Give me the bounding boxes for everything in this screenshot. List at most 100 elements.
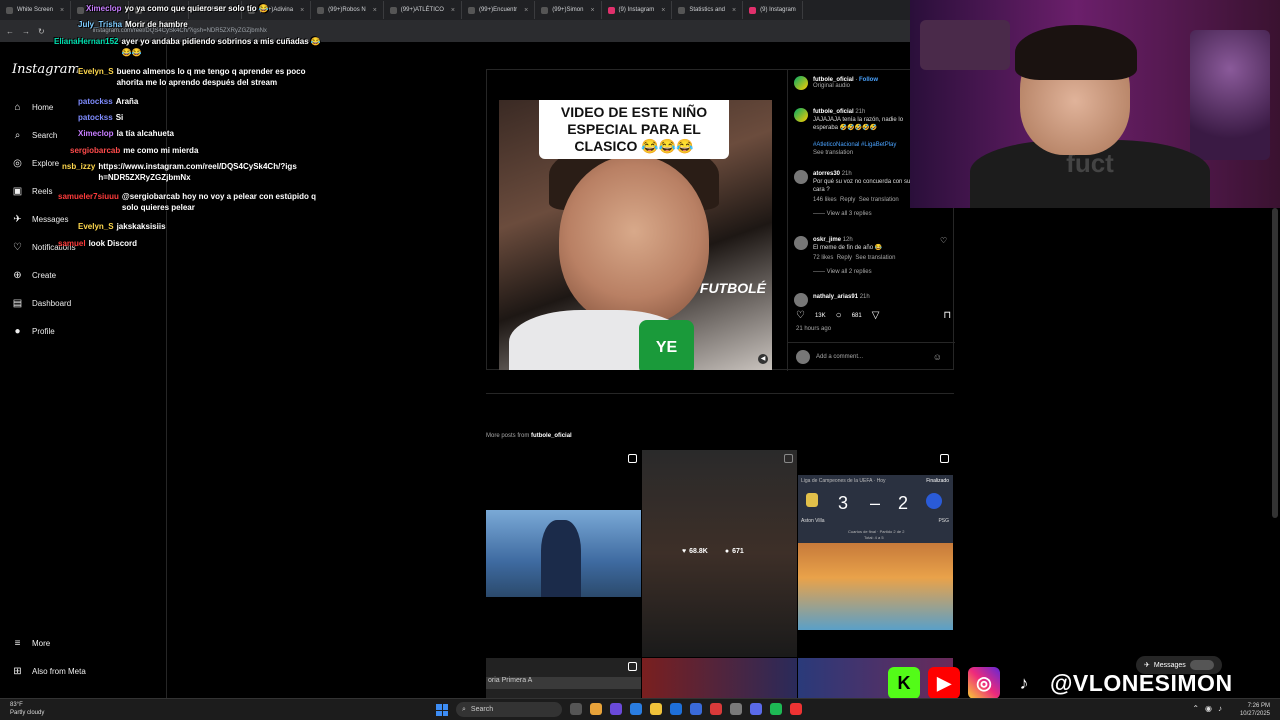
close-tab-icon[interactable]: × bbox=[732, 7, 736, 14]
network-icon[interactable]: ◉ bbox=[1205, 704, 1212, 713]
comment: oskr_jime 12h El meme de fin de año 😂 72… bbox=[794, 236, 947, 276]
spotify-icon[interactable] bbox=[770, 703, 782, 715]
mail-icon[interactable] bbox=[670, 703, 682, 715]
chrome-icon[interactable] bbox=[590, 703, 602, 715]
edge-icon[interactable] bbox=[630, 703, 642, 715]
close-tab-icon[interactable]: × bbox=[451, 7, 455, 14]
add-comment-input[interactable]: Add a comment... bbox=[816, 354, 863, 360]
avatar[interactable] bbox=[794, 76, 808, 90]
reply-link[interactable]: Reply bbox=[840, 197, 855, 203]
meta-icon: ⊞ bbox=[13, 666, 22, 677]
close-tab-icon[interactable]: × bbox=[524, 7, 528, 14]
browser-tab-active[interactable]: (9) Instagram bbox=[743, 1, 803, 19]
chat-message: ElianaHernan152 ayer yo andaba pidiendo s… bbox=[54, 37, 321, 57]
video-face bbox=[559, 155, 709, 325]
menu-icon: ≡ bbox=[14, 638, 21, 649]
view-replies-link[interactable]: View all 2 replies bbox=[827, 269, 872, 275]
browser-tab[interactable]: (99+)Simon × bbox=[535, 1, 602, 19]
avatar[interactable] bbox=[794, 108, 808, 122]
post-tile[interactable]: ♥ 68.8K ● 671 bbox=[642, 450, 797, 657]
browser-tab[interactable]: (9) Instagram × bbox=[602, 1, 673, 19]
reel-icon bbox=[940, 454, 949, 463]
browser-tab[interactable]: (99+)Encuentr × bbox=[462, 1, 536, 19]
browser-tab[interactable]: Statistics and × bbox=[672, 1, 744, 19]
chat-message: July_Trisha Morir de hambre bbox=[78, 20, 188, 29]
chat-message: patockss Si bbox=[78, 113, 124, 122]
page-scrollbar[interactable] bbox=[1272, 208, 1278, 518]
chat-message: Evelyn_S jakskaksisiis bbox=[78, 222, 166, 231]
avatar[interactable] bbox=[794, 293, 808, 307]
mute-icon[interactable]: ◀ bbox=[758, 354, 768, 364]
app-icon[interactable] bbox=[730, 703, 742, 715]
dashboard-icon: ▤ bbox=[12, 298, 23, 309]
scoreboard: Liga de Campeones de la UEFA · Hoy Final… bbox=[798, 475, 953, 630]
post-tile[interactable] bbox=[486, 450, 641, 657]
post-actions: ♡ 13K ○ 681 ▽ ⊓ bbox=[796, 310, 952, 321]
store-icon[interactable] bbox=[690, 703, 702, 715]
see-translation-link[interactable]: See translation bbox=[859, 197, 899, 203]
task-view-icon[interactable] bbox=[570, 703, 582, 715]
stream-chat-overlay: Ximeclop yo ya como que quiero ser solo t… bbox=[0, 0, 340, 260]
chat-message: Ximeclop la tía alcahueta bbox=[78, 129, 174, 138]
discord-icon[interactable] bbox=[750, 703, 762, 715]
see-translation-link[interactable]: See translation bbox=[813, 149, 913, 157]
hashtags[interactable]: #AtleticoNacional #LigaBetPlay bbox=[813, 141, 913, 149]
streamer-handle: @VLONESIMON bbox=[1050, 669, 1233, 696]
caption: futbole_oficial 21h JAJAJAJA tenía la ra… bbox=[794, 108, 913, 157]
add-comment-bar: Add a comment... ☺ bbox=[788, 342, 955, 371]
post-tile[interactable]: Liga de Campeones de la UEFA · Hoy Final… bbox=[798, 450, 953, 657]
more-posts-label: More posts from futbole_oficial bbox=[486, 433, 572, 439]
tab-favicon-icon bbox=[541, 6, 549, 14]
tiktok-icon: ♪ bbox=[1019, 672, 1029, 693]
volume-icon[interactable]: ♪ bbox=[1218, 704, 1222, 713]
browser-tab[interactable]: (99+)ATLÉTICO × bbox=[384, 1, 462, 19]
like-comment-icon[interactable]: ♡ bbox=[940, 236, 947, 276]
chat-message: Evelyn_S bueno almenos lo q me tengo q ap… bbox=[78, 67, 306, 87]
reel-icon bbox=[628, 662, 637, 671]
audio-label[interactable]: Original audio bbox=[813, 83, 878, 89]
share-icon[interactable]: ▽ bbox=[872, 310, 880, 321]
instagram-favicon-icon bbox=[749, 6, 757, 14]
follow-button[interactable]: Follow bbox=[859, 77, 878, 83]
post-time: 21 hours ago bbox=[796, 326, 832, 332]
app-icon[interactable] bbox=[710, 703, 722, 715]
app-icon[interactable] bbox=[610, 703, 622, 715]
see-translation-link[interactable]: See translation bbox=[855, 255, 895, 261]
sidebar-also-from-meta[interactable]: ⊞ Also from Meta bbox=[12, 666, 86, 677]
bookmark-icon[interactable]: ⊓ bbox=[943, 310, 951, 321]
reel-video[interactable]: YE VIDEO DE ESTE NIÑO ESPECIAL PARA EL C… bbox=[499, 100, 772, 370]
like-icon[interactable]: ♡ bbox=[796, 310, 805, 321]
sidebar-item-create[interactable]: ⊕ Create bbox=[12, 270, 56, 281]
close-tab-icon[interactable]: × bbox=[373, 7, 377, 14]
emoji-icon[interactable]: ☺ bbox=[933, 352, 942, 362]
windows-start-icon[interactable] bbox=[436, 704, 448, 716]
video-caption: VIDEO DE ESTE NIÑO ESPECIAL PARA EL CLAS… bbox=[539, 100, 729, 159]
avatar[interactable] bbox=[794, 236, 808, 250]
tile-image bbox=[798, 543, 953, 630]
reel-post: YE VIDEO DE ESTE NIÑO ESPECIAL PARA EL C… bbox=[486, 69, 955, 371]
weather-widget[interactable]: 83°F Partly cloudy bbox=[10, 701, 44, 717]
chevron-up-icon[interactable]: ⌃ bbox=[1192, 704, 1199, 713]
post-tile[interactable]: oria Primera A bbox=[486, 658, 641, 698]
taskbar-search[interactable]: ⌕ Search bbox=[456, 702, 562, 717]
kick-icon: K bbox=[888, 667, 920, 699]
tab-favicon-icon bbox=[678, 6, 686, 14]
reply-link[interactable]: Reply bbox=[837, 255, 852, 261]
taskbar: 83°F Partly cloudy ⌕ Search ⌃ ◉ ♪ 7:26 PM 1… bbox=[0, 698, 1280, 720]
tile-stats: ♥ 68.8K ● 671 bbox=[682, 548, 744, 555]
sidebar-item-profile[interactable]: ● Profile bbox=[12, 326, 54, 337]
close-tab-icon[interactable]: × bbox=[661, 7, 665, 14]
taskbar-clock[interactable]: 7:26 PM 10/27/2025 bbox=[1240, 702, 1270, 718]
post-tile[interactable] bbox=[642, 658, 797, 698]
close-tab-icon[interactable]: × bbox=[590, 7, 594, 14]
sidebar-item-dashboard[interactable]: ▤ Dashboard bbox=[12, 298, 71, 309]
system-tray: ⌃ ◉ ♪ bbox=[1192, 704, 1222, 713]
view-replies-link[interactable]: View all 3 replies bbox=[827, 211, 872, 217]
file-explorer-icon[interactable] bbox=[650, 703, 662, 715]
sidebar-more[interactable]: ≡ More bbox=[12, 638, 51, 649]
obs-icon[interactable] bbox=[790, 703, 802, 715]
comment-icon[interactable]: ○ bbox=[836, 310, 842, 321]
avatar[interactable] bbox=[794, 170, 808, 184]
instagram-favicon-icon bbox=[607, 6, 615, 14]
aston-villa-crest bbox=[806, 493, 818, 507]
